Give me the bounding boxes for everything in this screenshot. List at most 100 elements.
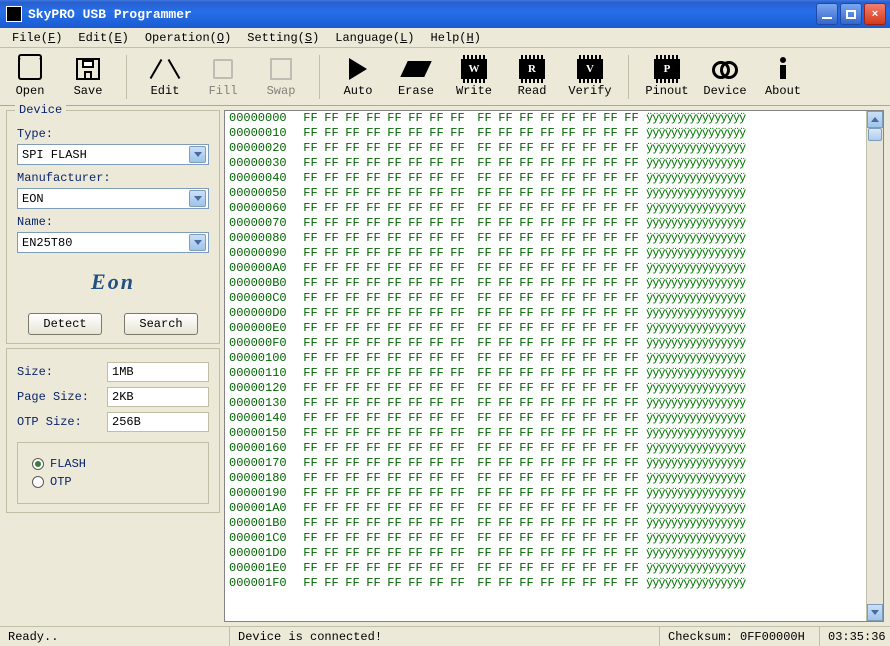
hex-row: 00000180FFFFFFFFFFFFFFFFFFFFFFFFFFFFFFFF… bbox=[225, 471, 866, 486]
detect-button[interactable]: Detect bbox=[28, 313, 102, 335]
verify-button[interactable]: VVerify bbox=[566, 55, 614, 98]
auto-button[interactable]: Auto bbox=[334, 55, 382, 98]
hex-byte: FF bbox=[405, 441, 426, 456]
hex-byte: FF bbox=[321, 471, 342, 486]
hex-byte: FF bbox=[405, 231, 426, 246]
hex-byte: FF bbox=[600, 561, 621, 576]
chip-v-icon: V bbox=[577, 59, 603, 79]
hex-byte: FF bbox=[405, 411, 426, 426]
hex-byte: FF bbox=[363, 471, 384, 486]
hex-byte: FF bbox=[342, 351, 363, 366]
hex-byte: FF bbox=[516, 546, 537, 561]
hex-byte: FF bbox=[384, 156, 405, 171]
menu-edit[interactable]: Edit(E) bbox=[70, 29, 136, 47]
hex-byte: FF bbox=[342, 456, 363, 471]
about-button[interactable]: About bbox=[759, 55, 807, 98]
hex-address: 000000E0 bbox=[225, 321, 300, 336]
hex-byte: FF bbox=[621, 531, 642, 546]
maximize-button[interactable] bbox=[840, 3, 862, 25]
search-button[interactable]: Search bbox=[124, 313, 198, 335]
hex-byte: FF bbox=[405, 576, 426, 591]
hex-byte: FF bbox=[537, 456, 558, 471]
hex-byte: FF bbox=[426, 156, 447, 171]
hex-byte: FF bbox=[516, 156, 537, 171]
edit-button[interactable]: Edit bbox=[141, 55, 189, 98]
hex-row: 00000190FFFFFFFFFFFFFFFFFFFFFFFFFFFFFFFF… bbox=[225, 486, 866, 501]
manufacturer-combo[interactable]: EON bbox=[17, 188, 209, 209]
hex-row: 00000040FFFFFFFFFFFFFFFFFFFFFFFFFFFFFFFF… bbox=[225, 171, 866, 186]
radio-otp[interactable]: OTP bbox=[32, 475, 194, 489]
hex-byte: FF bbox=[474, 561, 495, 576]
hex-byte: FF bbox=[558, 126, 579, 141]
read-button[interactable]: RRead bbox=[508, 55, 556, 98]
hex-byte: FF bbox=[579, 261, 600, 276]
write-button[interactable]: WWrite bbox=[450, 55, 498, 98]
close-button[interactable]: × bbox=[864, 3, 886, 25]
hex-byte: FF bbox=[342, 201, 363, 216]
hex-byte: FF bbox=[600, 441, 621, 456]
menu-operation[interactable]: Operation(O) bbox=[137, 29, 239, 47]
hex-byte: FF bbox=[384, 186, 405, 201]
minimize-button[interactable] bbox=[816, 3, 838, 25]
hex-byte: FF bbox=[363, 351, 384, 366]
hex-byte: FF bbox=[342, 531, 363, 546]
save-button[interactable]: Save bbox=[64, 55, 112, 98]
radio-flash[interactable]: FLASH bbox=[32, 457, 194, 471]
hex-byte: FF bbox=[363, 456, 384, 471]
hex-byte: FF bbox=[537, 261, 558, 276]
device-button[interactable]: Device bbox=[701, 55, 749, 98]
window-title: SkyPRO USB Programmer bbox=[28, 7, 816, 22]
hex-ascii: ÿÿÿÿÿÿÿÿÿÿÿÿÿÿÿÿ bbox=[642, 126, 745, 141]
vertical-scrollbar[interactable] bbox=[866, 111, 883, 621]
type-combo[interactable]: SPI FLASH bbox=[17, 144, 209, 165]
hex-byte: FF bbox=[321, 216, 342, 231]
hex-byte: FF bbox=[474, 411, 495, 426]
hex-byte: FF bbox=[342, 411, 363, 426]
hex-byte: FF bbox=[558, 336, 579, 351]
hex-address: 00000010 bbox=[225, 126, 300, 141]
scroll-down-icon[interactable] bbox=[867, 604, 883, 621]
fill-button[interactable]: Fill bbox=[199, 55, 247, 98]
hex-byte: FF bbox=[474, 321, 495, 336]
hex-byte: FF bbox=[342, 171, 363, 186]
scroll-up-icon[interactable] bbox=[867, 111, 883, 128]
pinout-button[interactable]: PPinout bbox=[643, 55, 691, 98]
status-time: 03:35:36 bbox=[820, 627, 890, 646]
hex-byte: FF bbox=[600, 351, 621, 366]
hex-byte: FF bbox=[321, 336, 342, 351]
hex-row: 00000070FFFFFFFFFFFFFFFFFFFFFFFFFFFFFFFF… bbox=[225, 216, 866, 231]
hex-byte: FF bbox=[384, 471, 405, 486]
scroll-thumb[interactable] bbox=[868, 128, 882, 141]
info-icon bbox=[779, 57, 787, 81]
hex-byte: FF bbox=[558, 366, 579, 381]
hex-byte: FF bbox=[321, 486, 342, 501]
hex-byte: FF bbox=[474, 201, 495, 216]
name-combo[interactable]: EN25T80 bbox=[17, 232, 209, 253]
hex-byte: FF bbox=[516, 201, 537, 216]
manufacturer-label: Manufacturer: bbox=[17, 171, 209, 185]
hex-byte: FF bbox=[579, 171, 600, 186]
hex-ascii: ÿÿÿÿÿÿÿÿÿÿÿÿÿÿÿÿ bbox=[642, 501, 745, 516]
menu-file[interactable]: File(F) bbox=[4, 29, 70, 47]
hex-byte: FF bbox=[321, 426, 342, 441]
menu-help[interactable]: Help(H) bbox=[423, 29, 489, 47]
hex-byte: FF bbox=[342, 561, 363, 576]
hex-byte: FF bbox=[300, 396, 321, 411]
menu-setting[interactable]: Setting(S) bbox=[239, 29, 327, 47]
menu-language[interactable]: Language(L) bbox=[327, 29, 422, 47]
hex-byte: FF bbox=[426, 531, 447, 546]
hex-viewer[interactable]: 00000000FFFFFFFFFFFFFFFFFFFFFFFFFFFFFFFF… bbox=[224, 110, 884, 622]
hex-byte: FF bbox=[495, 336, 516, 351]
hex-byte: FF bbox=[600, 411, 621, 426]
open-button[interactable]: Open bbox=[6, 55, 54, 98]
manufacturer-logo: Eon bbox=[17, 261, 209, 303]
hex-byte: FF bbox=[516, 231, 537, 246]
hex-byte: FF bbox=[405, 531, 426, 546]
hex-address: 000001E0 bbox=[225, 561, 300, 576]
erase-button[interactable]: Erase bbox=[392, 55, 440, 98]
hex-byte: FF bbox=[384, 426, 405, 441]
swap-button[interactable]: Swap bbox=[257, 55, 305, 98]
hex-byte: FF bbox=[447, 111, 468, 126]
hex-byte: FF bbox=[600, 201, 621, 216]
hex-byte: FF bbox=[426, 576, 447, 591]
